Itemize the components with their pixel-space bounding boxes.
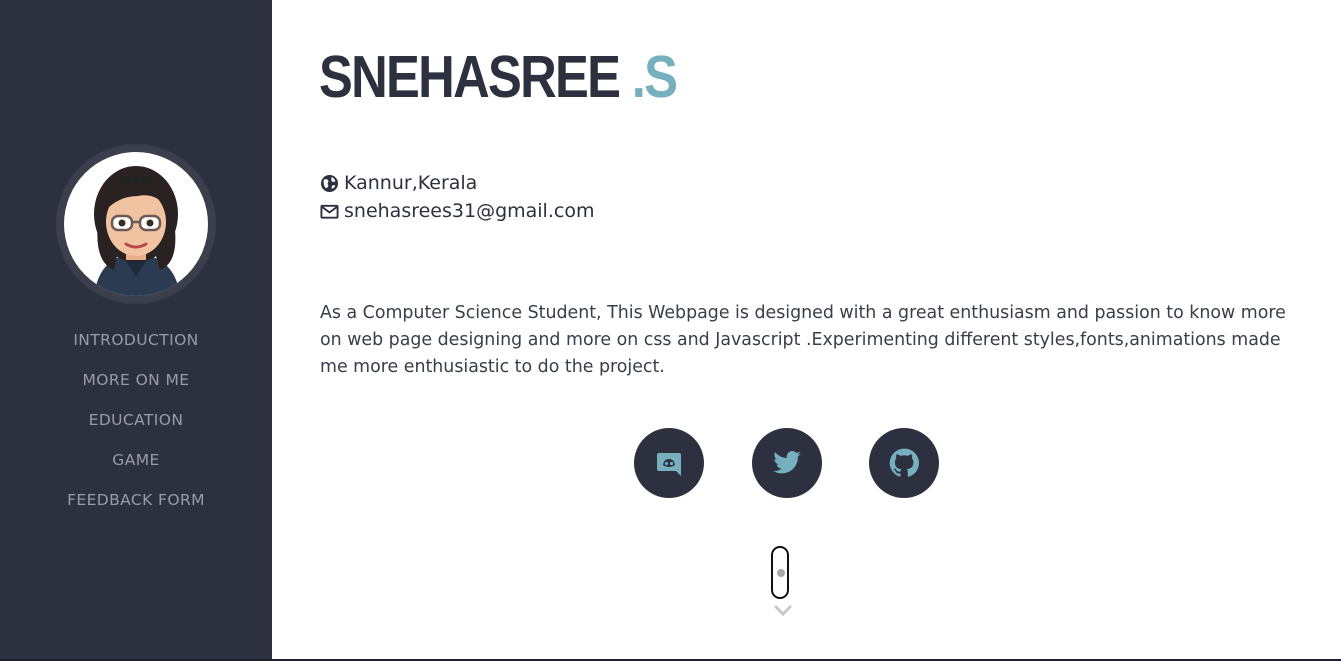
sidebar-item-education[interactable]: EDUCATION — [0, 400, 272, 440]
email-row: snehasrees31@gmail.com — [320, 197, 594, 225]
chevron-down-icon[interactable] — [774, 605, 792, 617]
title-name: SNEHASREE — [319, 44, 621, 110]
email-text[interactable]: snehasrees31@gmail.com — [344, 197, 594, 225]
discord-button[interactable] — [634, 428, 704, 498]
mouse-scroll-icon[interactable] — [771, 546, 789, 599]
discord-icon — [657, 453, 681, 476]
sidebar: INTRODUCTION MORE ON ME EDUCATION GAME F… — [0, 0, 272, 661]
location-text: Kannur,Kerala — [344, 172, 478, 194]
avatar — [64, 152, 208, 296]
mouse-wheel-dot — [777, 569, 785, 577]
globe-icon — [320, 174, 339, 192]
sidebar-item-feedback-form[interactable]: FEEDBACK FORM — [0, 480, 272, 520]
sidebar-item-more-on-me[interactable]: MORE ON ME — [0, 360, 272, 400]
about-paragraph: As a Computer Science Student, This Webp… — [320, 303, 1286, 377]
title-initial: .S — [631, 44, 678, 110]
location-row: Kannur,Kerala — [320, 169, 594, 197]
twitter-button[interactable] — [752, 428, 822, 498]
contact-info: Kannur,Kerala snehasrees31@gmail.com — [320, 169, 594, 225]
sidebar-nav: INTRODUCTION MORE ON ME EDUCATION GAME F… — [0, 320, 272, 520]
github-button[interactable] — [869, 428, 939, 498]
envelope-icon — [320, 204, 339, 219]
main-content: SNEHASREE .S Kannur,Kerala snehasrees31@… — [272, 0, 1341, 661]
sidebar-item-game[interactable]: GAME — [0, 440, 272, 480]
twitter-icon — [773, 451, 801, 474]
github-icon — [889, 448, 919, 477]
page-title: SNEHASREE .S — [319, 48, 678, 107]
bitmoji-avatar — [94, 166, 180, 296]
avatar-ring — [56, 144, 216, 304]
sidebar-item-introduction[interactable]: INTRODUCTION — [0, 320, 272, 360]
